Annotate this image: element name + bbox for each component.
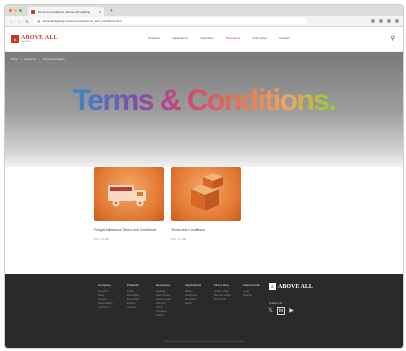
twitter-icon[interactable]: 𝕏 [268,307,273,315]
logo-subtext: LIGHTING [21,41,31,43]
main-nav: Products Applications Inspiration Resour… [148,36,289,40]
footer-column: Resources Catalogs Spec Sheets Install G… [156,283,175,318]
nav-item-resources[interactable]: Resources [226,36,240,40]
url-field[interactable]: 🔒 aboveall lighting.com/resources/terms_… [33,18,307,24]
address-bar: ‹ › ↻ 🔒 aboveall lighting.com/resources/… [5,16,403,27]
document-title[interactable]: Freight Allowance Terms and Conditions [94,228,164,232]
footer-heading: Resources [156,283,171,287]
footer-column: Products Linear Downlights Decorative Ex… [127,283,146,318]
footer-heading: Client Portal [243,283,260,287]
truck-icon [108,185,146,207]
browser-tab[interactable]: Terms & Conditions | Above All Lighting … [28,7,104,16]
site-footer: Company About Us News Careers Sustainabi… [5,274,403,348]
footer-column: Find a Rep Locate a Rep Become a Rep Rep… [214,283,233,318]
hero-banner: Home / Resources / Terms & Conditions Te… [5,52,403,167]
document-meta: PDF | 1.2 MB [171,238,186,241]
browser-window: Terms & Conditions | Above All Lighting … [4,4,404,349]
close-tab-icon[interactable]: × [99,9,101,14]
search-icon[interactable]: ⚲ [391,35,395,42]
youtube-icon[interactable]: ▶ [289,307,294,315]
footer-heading: Products [127,283,139,287]
forward-button[interactable]: › [17,19,21,24]
nav-item-find-a-rep[interactable]: Find a Rep [252,36,267,40]
footer-link[interactable]: Controls [127,306,146,310]
window-controls [9,9,22,12]
browser-toolbar-icons [371,19,399,23]
close-window-button[interactable] [9,9,12,12]
footer-link[interactable]: Videos [156,314,175,318]
document-card[interactable]: Freight Allowance Terms and Conditions P… [94,167,164,241]
maximize-window-button[interactable] [19,9,22,12]
document-title[interactable]: Terms and Conditions [171,228,241,232]
nav-item-inspiration[interactable]: Inspiration [200,36,214,40]
social-links: 𝕏 in ▶ [268,307,294,315]
footer-link[interactable]: Contact Us [98,306,117,310]
breadcrumb-home[interactable]: Home [11,58,18,61]
footer-heading: Company [98,283,111,287]
copyright-text: © Above All Lighting, Inc. All Rights Re… [163,341,245,343]
footer-column: Company About Us News Careers Sustainabi… [98,283,117,318]
footer-heading: Find a Rep [214,283,229,287]
document-card[interactable]: Terms and Conditions PDF | 1.2 MB [171,167,241,241]
breadcrumb-current: Terms & Conditions [43,58,65,61]
footer-link[interactable]: Register [243,294,262,298]
footer-column: Client Portal Login Register [243,283,262,318]
site-logo[interactable]: A ABOVE ALL LIGHTING [11,35,58,43]
footer-link[interactable]: Retail [185,302,204,306]
footer-logo[interactable]: A ABOVE ALL [269,283,313,290]
site-header: A ABOVE ALL LIGHTING Products Applicatio… [5,27,403,52]
nav-item-contact[interactable]: Contact [279,36,289,40]
browser-tab-bar: Terms & Conditions | Above All Lighting … [5,5,403,16]
new-tab-button[interactable]: + [110,8,113,14]
breadcrumb-resources[interactable]: Resources [24,58,36,61]
footer-logo-mark-icon: A [269,283,276,290]
logo-mark-icon: A [11,35,19,43]
minimize-window-button[interactable] [14,9,17,12]
extensions-icon[interactable] [379,19,383,23]
footer-heading: Applications [185,283,202,287]
nav-item-products[interactable]: Products [148,36,160,40]
document-thumbnail[interactable] [94,167,164,221]
document-thumbnail[interactable] [171,167,241,221]
footer-columns: Company About Us News Careers Sustainabi… [98,283,262,318]
browser-tab-title: Terms & Conditions | Above All Lighting [38,9,91,14]
menu-icon[interactable] [395,19,399,23]
document-meta: PDF | 1.8 MB [94,238,109,241]
linkedin-icon[interactable]: in [276,307,286,315]
profile-icon[interactable] [387,19,391,23]
url-text: aboveall lighting.com/resources/terms_an… [42,19,122,23]
lock-icon: 🔒 [37,19,41,23]
bookmark-icon[interactable] [371,19,375,23]
footer-link[interactable]: Rep Portal [214,298,233,302]
nav-item-applications[interactable]: Applications [172,36,188,40]
follow-us-label: Follow Us [269,301,283,305]
favicon-icon [31,9,35,14]
back-button[interactable]: ‹ [9,19,13,24]
documents-section: Freight Allowance Terms and Conditions P… [5,167,403,285]
breadcrumb-separator: / [20,58,22,61]
breadcrumb-separator: / [39,58,41,61]
reload-button[interactable]: ↻ [25,19,29,24]
footer-column: Applications Office Healthcare Education… [185,283,204,318]
page-title: Terms & Conditions. [5,84,403,118]
breadcrumb: Home / Resources / Terms & Conditions [11,58,65,61]
footer-logo-text: ABOVE ALL [278,283,313,290]
boxes-icon [191,173,223,211]
